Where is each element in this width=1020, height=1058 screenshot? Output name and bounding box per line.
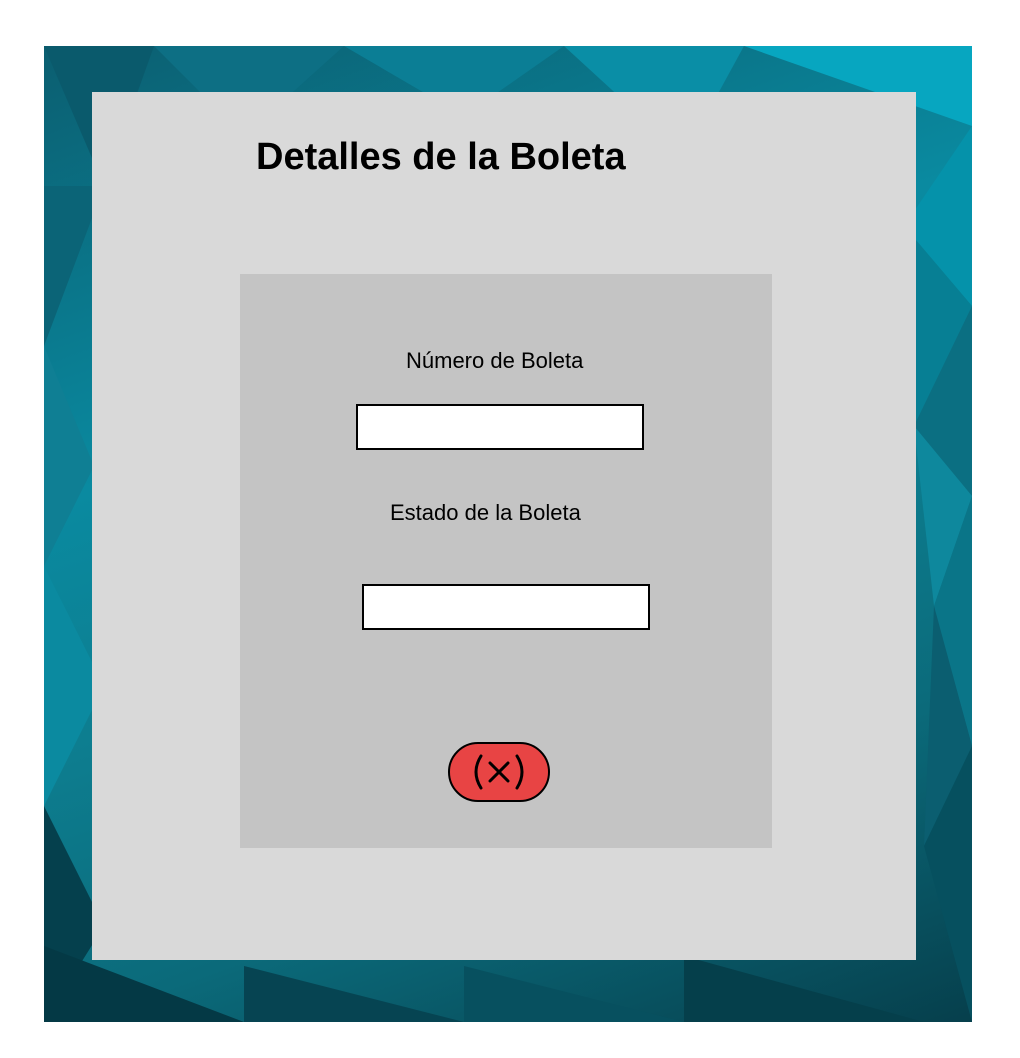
background-frame: Detalles de la Boleta Número de Boleta E… xyxy=(44,46,972,1022)
ticket-number-field[interactable] xyxy=(356,404,644,450)
ticket-number-label: Número de Boleta xyxy=(406,348,584,373)
ticket-status-label: Estado de la Boleta xyxy=(390,500,581,525)
page-title: Detalles de la Boleta xyxy=(256,136,626,178)
close-button[interactable] xyxy=(448,742,550,802)
form-panel: Número de Boleta Estado de la Boleta xyxy=(240,274,772,848)
ticket-status-field[interactable] xyxy=(362,584,650,630)
close-circle-icon xyxy=(474,754,524,790)
details-card: Detalles de la Boleta Número de Boleta E… xyxy=(92,92,916,960)
